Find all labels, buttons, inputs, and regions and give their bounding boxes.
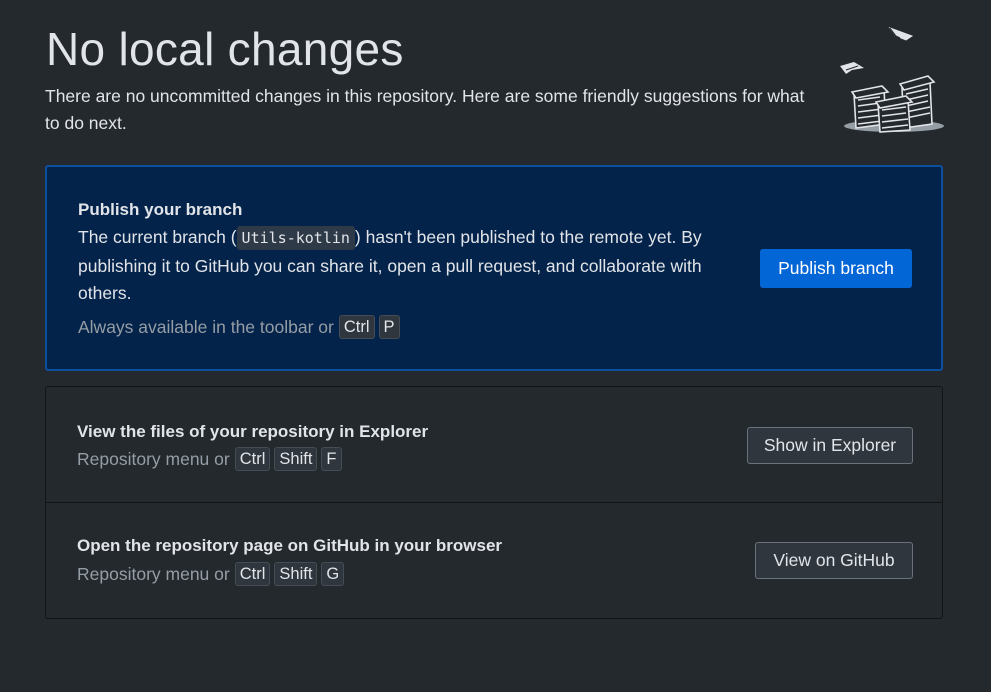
show-in-explorer-button[interactable]: Show in Explorer bbox=[747, 427, 913, 464]
page-subtitle: There are no uncommitted changes in this… bbox=[45, 86, 805, 133]
publish-desc-before: The current branch ( bbox=[78, 227, 237, 247]
publish-branch-title: Publish your branch bbox=[78, 200, 243, 219]
view-on-github-button[interactable]: View on GitHub bbox=[755, 542, 913, 579]
publish-branch-button[interactable]: Publish branch bbox=[760, 249, 912, 288]
key-p: P bbox=[378, 315, 400, 339]
show-in-explorer-row: View the files of your repository in Exp… bbox=[46, 387, 942, 503]
page-title: No local changes bbox=[46, 23, 404, 75]
publish-hint-text: Always available in the toolbar or bbox=[78, 316, 334, 337]
branch-name-code: Utils-kotlin bbox=[236, 226, 355, 250]
key-ctrl: Ctrl bbox=[234, 562, 271, 586]
publish-shortcut-hint: Always available in the toolbar or Ctrl … bbox=[78, 315, 400, 339]
view-on-github-row: Open the repository page on GitHub in yo… bbox=[46, 503, 942, 619]
key-ctrl: Ctrl bbox=[234, 447, 271, 471]
key-shift: Shift bbox=[274, 447, 318, 471]
key-shift: Shift bbox=[274, 562, 318, 586]
publish-branch-card: Publish your branch The current branch (… bbox=[45, 165, 943, 371]
key-g: G bbox=[321, 562, 345, 586]
view-on-github-title: Open the repository page on GitHub in yo… bbox=[77, 536, 503, 555]
key-ctrl: Ctrl bbox=[338, 315, 375, 339]
no-changes-view: No local changes There are no uncommitte… bbox=[0, 0, 991, 692]
paper-stacks-illustration bbox=[840, 26, 944, 133]
github-hint-text: Repository menu or bbox=[77, 563, 230, 584]
explorer-hint-text: Repository menu or bbox=[77, 448, 230, 469]
key-f: F bbox=[321, 447, 342, 471]
github-shortcut-hint: Repository menu or Ctrl Shift G bbox=[77, 562, 345, 586]
suggestions-card: View the files of your repository in Exp… bbox=[45, 386, 943, 619]
explorer-shortcut-hint: Repository menu or Ctrl Shift F bbox=[77, 447, 342, 471]
show-in-explorer-title: View the files of your repository in Exp… bbox=[77, 422, 429, 441]
publish-branch-description: The current branch (Utils-kotlin) hasn't… bbox=[78, 224, 738, 308]
